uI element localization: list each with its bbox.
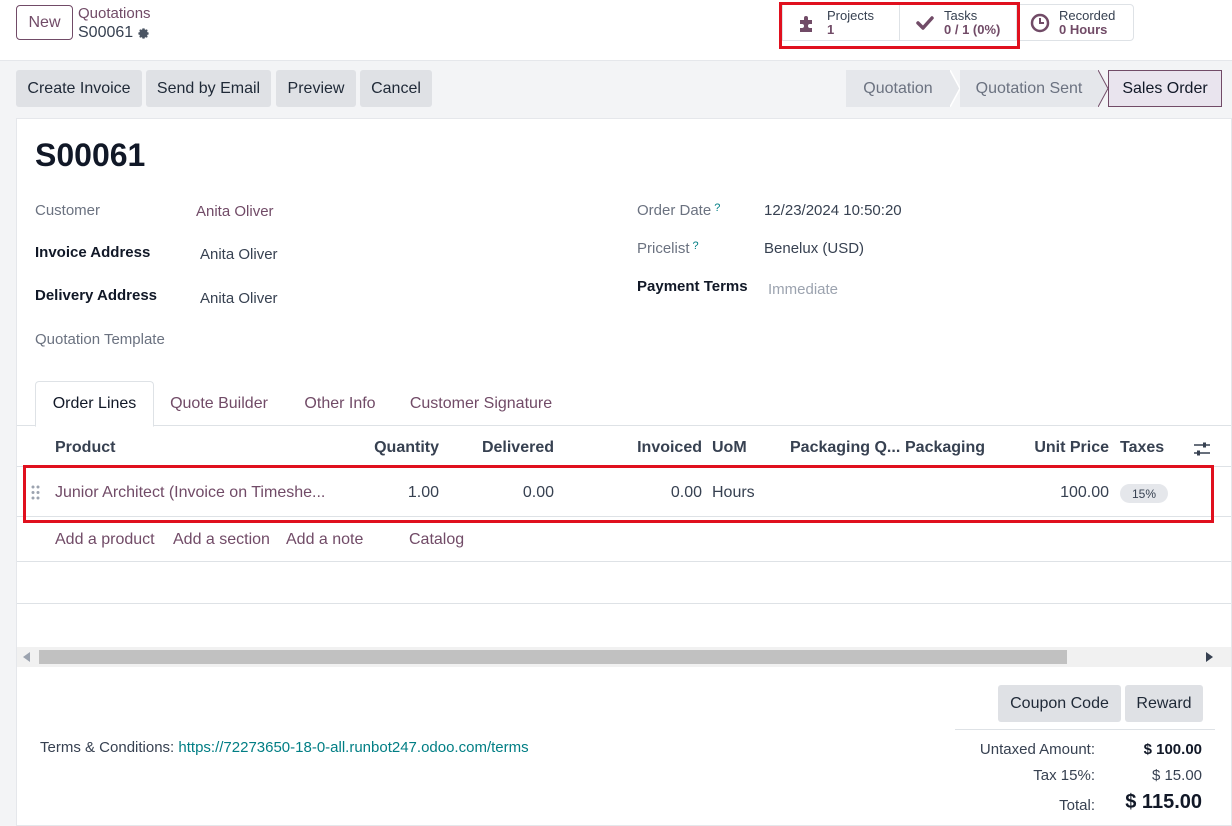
stage-separator [1098,70,1108,107]
cancel-button[interactable]: Cancel [360,70,432,107]
col-packaging-qty-header[interactable]: Packaging Q... [790,439,900,457]
row-unit-price-cell[interactable]: 100.00 [1007,484,1109,502]
form-sheet: S00061 Customer Anita Oliver Invoice Add… [16,118,1232,826]
projects-smart-button[interactable]: Projects 1 [782,4,900,41]
table-empty-divider [17,561,1231,562]
col-invoiced-header[interactable]: Invoiced [597,439,702,457]
horizontal-scrollbar[interactable] [17,647,1231,667]
row-tax-badge[interactable]: 15% [1120,484,1168,503]
tab-quote-builder[interactable]: Quote Builder [162,381,276,426]
invoice-address-label: Invoice Address [35,244,151,261]
delivery-address-field[interactable]: Anita Oliver [200,290,278,307]
recorded-label: Recorded [1059,7,1116,23]
stage-separator [950,70,960,107]
col-product-header[interactable]: Product [55,439,115,457]
projects-count: 1 [827,21,835,37]
totals-divider [955,729,1215,730]
customer-field[interactable]: Anita Oliver [196,203,274,220]
add-note-link[interactable]: Add a note [286,531,363,549]
reward-button[interactable]: Reward [1125,685,1203,722]
tab-customer-signature[interactable]: Customer Signature [405,381,557,426]
order-date-label: Order Date? [637,202,721,219]
help-tooltip-icon[interactable]: ? [693,240,699,252]
pricelist-label: Pricelist? [637,240,699,257]
tasks-label: Tasks [944,7,978,23]
control-panel: New Quotations S00061 Projects 1 Tasks 0… [0,0,1232,61]
untaxed-amount-label: Untaxed Amount: [979,741,1095,758]
stage-quotation-sent[interactable]: Quotation Sent [960,70,1098,107]
new-button[interactable]: New [16,5,73,40]
row-product-cell[interactable]: Junior Architect (Invoice on Timeshe... [55,484,325,502]
status-bar: Quotation Quotation Sent Sales Order [846,70,1222,107]
breadcrumb-current-label: S00061 [78,24,134,41]
tax-value: $ 15.00 [1151,767,1202,784]
total-value: $ 115.00 [1125,791,1202,813]
catalog-link[interactable]: Catalog [409,531,464,549]
order-date-field[interactable]: 12/23/2024 10:50:20 [764,202,902,219]
untaxed-amount-value: $ 100.00 [1143,741,1202,758]
puzzle-icon [795,10,821,36]
tab-order-lines[interactable]: Order Lines [35,381,154,427]
terms-link[interactable]: https://72273650-18-0-all.runbot247.odoo… [178,739,528,756]
preview-button[interactable]: Preview [276,70,356,107]
col-delivered-header[interactable]: Delivered [457,439,554,457]
coupon-code-button[interactable]: Coupon Code [998,685,1121,722]
stage-quotation[interactable]: Quotation [846,70,950,107]
quotation-template-label: Quotation Template [35,331,165,348]
col-taxes-header[interactable]: Taxes [1120,439,1164,457]
table-row-divider [17,516,1231,517]
tasks-smart-button[interactable]: Tasks 0 / 1 (0%) [899,4,1017,41]
col-packaging-header[interactable]: Packaging [905,439,985,457]
gear-icon[interactable] [137,27,150,40]
row-quantity-cell[interactable]: 1.00 [347,484,439,502]
total-label: Total: [1059,797,1095,814]
record-title: S00061 [35,137,146,173]
terms-and-conditions: Terms & Conditions: https://72273650-18-… [40,739,529,756]
notebook-tabs: Order Lines Quote Builder Other Info Cus… [17,381,1231,427]
pricelist-field[interactable]: Benelux (USD) [764,240,864,257]
scrollbar-thumb[interactable] [39,650,1067,664]
projects-label: Projects [827,7,874,23]
table-header-divider [17,466,1231,467]
stage-sales-order[interactable]: Sales Order [1108,70,1222,107]
row-uom-cell[interactable]: Hours [712,484,755,502]
drag-handle-icon[interactable] [31,485,41,500]
row-delivered-cell[interactable]: 0.00 [457,484,554,502]
delivery-address-label: Delivery Address [35,287,158,304]
check-icon [912,10,938,36]
col-uom-header[interactable]: UoM [712,439,747,457]
payment-terms-label: Payment Terms [637,278,748,295]
column-settings-icon[interactable] [1193,441,1211,457]
col-unit-price-header[interactable]: Unit Price [1007,439,1109,457]
create-invoice-button[interactable]: Create Invoice [16,70,142,107]
help-tooltip-icon[interactable]: ? [714,202,720,214]
payment-terms-field[interactable]: Immediate [768,281,838,298]
invoice-address-field[interactable]: Anita Oliver [200,246,278,263]
row-invoiced-cell: 0.00 [670,484,702,501]
breadcrumb-current: S00061 [78,24,151,42]
clock-icon [1027,10,1053,36]
recorded-hours: 0 Hours [1059,21,1108,37]
tasks-progress: 0 / 1 (0%) [944,21,1001,37]
tax-label: Tax 15%: [1033,767,1095,784]
scroll-right-arrow-icon[interactable] [1205,652,1213,662]
send-by-email-button[interactable]: Send by Email [146,70,271,107]
scroll-left-arrow-icon[interactable] [23,652,31,662]
add-product-link[interactable]: Add a product [55,531,155,549]
breadcrumb: Quotations S00061 [78,5,151,42]
col-quantity-header[interactable]: Quantity [347,439,439,457]
customer-label: Customer [35,202,101,219]
add-section-link[interactable]: Add a section [173,531,270,549]
table-empty-divider [17,603,1231,604]
breadcrumb-quotations-link[interactable]: Quotations [78,5,151,22]
tab-other-info[interactable]: Other Info [295,381,385,426]
terms-label: Terms & Conditions: [40,739,175,756]
recorded-hours-smart-button[interactable]: Recorded 0 Hours [1016,4,1134,41]
